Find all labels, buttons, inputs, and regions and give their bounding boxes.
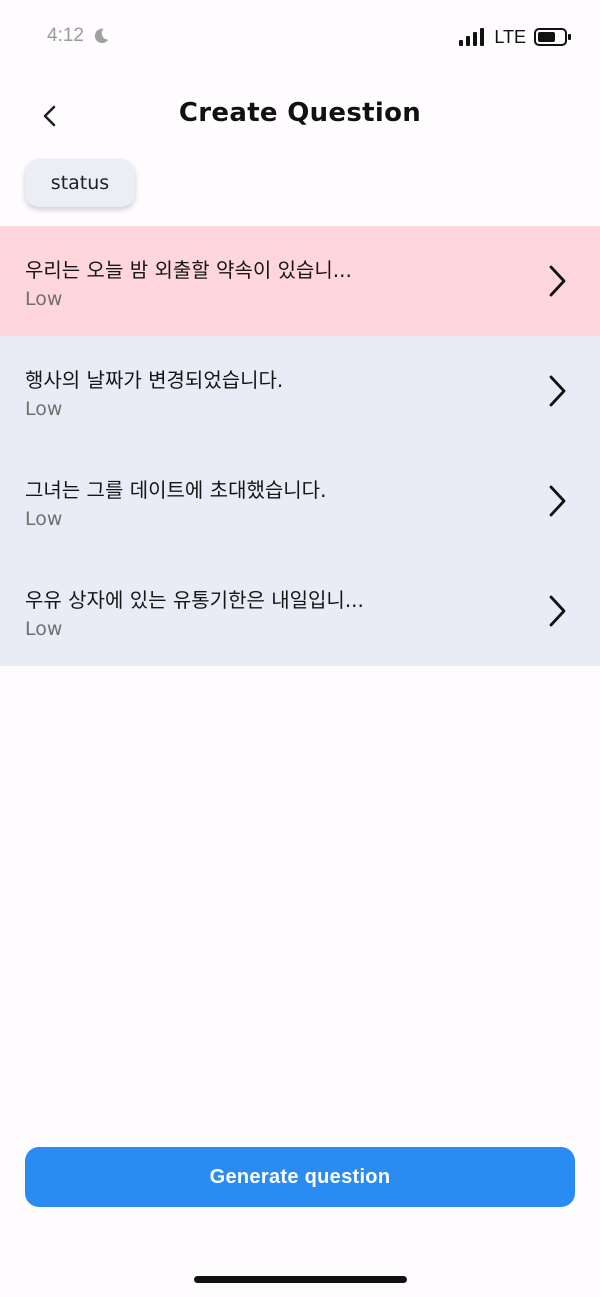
chevron-right-icon [549, 595, 566, 627]
chevron-right-icon [549, 485, 566, 517]
question-item[interactable]: 우유 상자에 있는 유통기한은 내일입니... Low [0, 556, 600, 666]
question-level: Low [25, 508, 63, 530]
chevron-right-icon [549, 265, 566, 297]
signal-icon [459, 28, 485, 46]
nav-bar: Create Question [0, 90, 600, 142]
battery-icon [534, 28, 571, 46]
question-item[interactable]: 우리는 오늘 밤 외출할 약속이 있습니... Low [0, 226, 600, 336]
page-title: Create Question [178, 98, 422, 128]
moon-icon [94, 28, 109, 44]
question-text: 우리는 오늘 밤 외출할 약속이 있습니... [25, 258, 352, 282]
question-item[interactable]: 행사의 날짜가 변경되었습니다. Low [0, 336, 600, 446]
chevron-right-icon [549, 375, 566, 407]
status-indicators: LTE [458, 27, 572, 47]
clock-text: 4:12 [47, 25, 84, 46]
network-label: LTE [494, 27, 526, 47]
question-list: 우리는 오늘 밤 외출할 약속이 있습니... Low 행사의 날짜가 변경되었… [0, 226, 600, 666]
question-level: Low [25, 618, 63, 640]
question-level: Low [25, 398, 63, 420]
status-time: 4:12 [47, 25, 110, 47]
question-item[interactable]: 그녀는 그를 데이트에 초대했습니다. Low [0, 446, 600, 556]
question-text: 행사의 날짜가 변경되었습니다. [25, 368, 284, 392]
status-bar: 4:12 LTE [0, 0, 600, 76]
status-filter-chip[interactable]: status [25, 159, 135, 207]
home-indicator [194, 1276, 407, 1283]
question-text: 우유 상자에 있는 유통기한은 내일입니... [25, 588, 364, 612]
question-level: Low [25, 288, 63, 310]
question-text: 그녀는 그를 데이트에 초대했습니다. [25, 478, 327, 502]
generate-question-button[interactable]: Generate question [25, 1147, 575, 1207]
